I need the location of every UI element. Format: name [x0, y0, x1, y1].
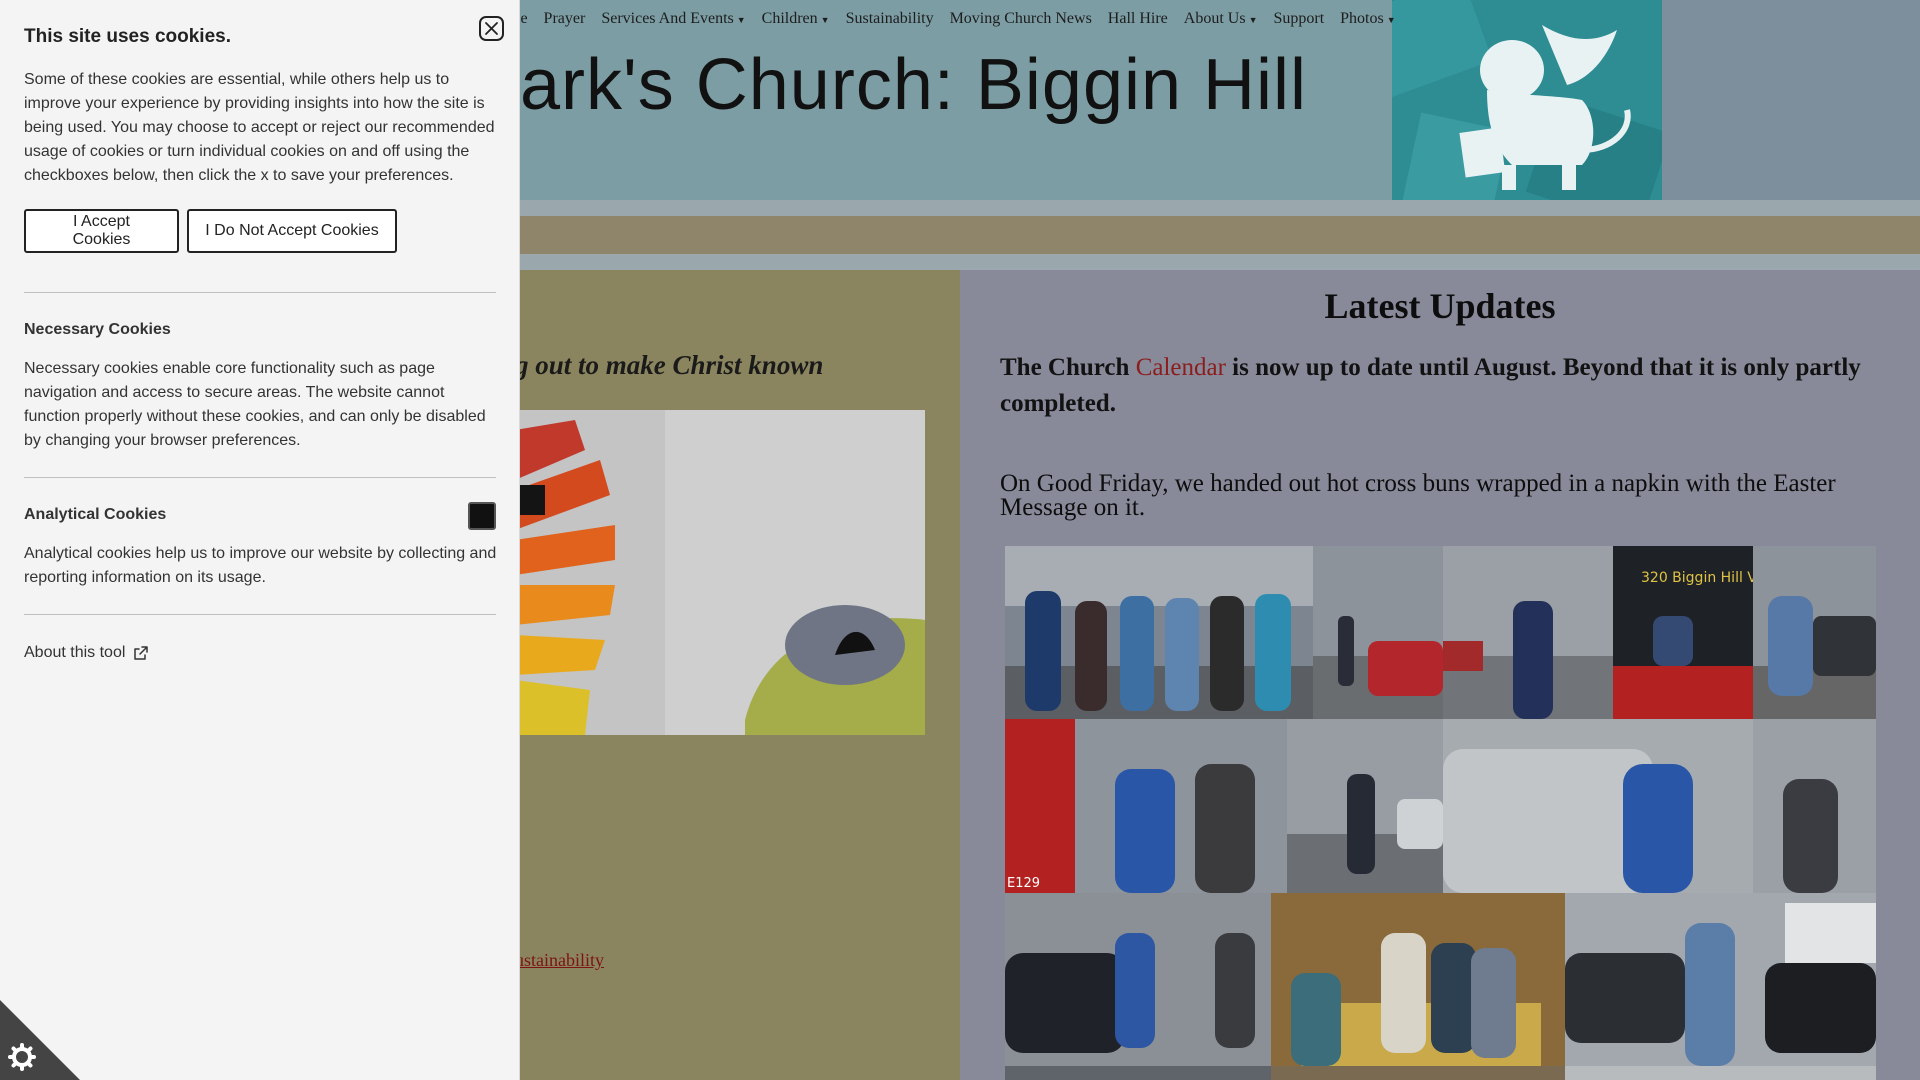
caret-down-icon: ▼ — [820, 15, 830, 25]
nav-item-moving-church-news[interactable]: Moving Church News — [950, 10, 1092, 28]
cookie-close-button[interactable] — [479, 16, 504, 41]
good-friday-notice: On Good Friday, we handed out hot cross … — [1000, 470, 1836, 521]
photo-bus-door: E129 — [1005, 719, 1287, 893]
grey-car-photo — [1443, 749, 1693, 893]
photo-volunteer-car — [1753, 719, 1876, 893]
photo-car-window — [1753, 546, 1876, 719]
cookie-divider — [24, 292, 496, 293]
nav-item-children[interactable]: Children ▼ — [762, 10, 830, 28]
caret-down-icon: ▼ — [1248, 15, 1258, 25]
bus-number-text: E129 — [1007, 876, 1040, 891]
nav-item-services-and-events[interactable]: Services And Events ▼ — [601, 10, 745, 28]
nav-item-photos[interactable]: Photos ▼ — [1340, 10, 1396, 28]
volunteer-car-photo — [1783, 779, 1838, 893]
road-cars-photo — [1565, 903, 1876, 1066]
volunteers-photo — [1005, 546, 1313, 719]
photo-crossing — [1287, 719, 1443, 893]
black-car-photo — [1005, 933, 1255, 1053]
cookie-consent-panel: This site uses cookies. Some of these co… — [0, 0, 520, 1080]
bus-destination-text: 320 Biggin Hill Valley — [1641, 570, 1753, 586]
church-tagline: g out to make Christ known — [515, 350, 824, 380]
street-photo — [1443, 601, 1613, 719]
necessary-cookies-heading: Necessary Cookies — [24, 321, 171, 338]
photo-row4-b — [1271, 1066, 1565, 1080]
photo-row4-a — [1005, 1066, 1271, 1080]
good-friday-photo-collage[interactable]: 320 Biggin Hill Valley E129 — [1005, 546, 1876, 1080]
photo-street-volunteer — [1443, 546, 1613, 719]
easter-garden-artwork — [515, 410, 925, 735]
external-link-icon — [134, 646, 149, 660]
caret-down-icon: ▼ — [736, 15, 746, 25]
calendar-link[interactable]: Calendar — [1136, 354, 1226, 381]
site-title: ark's Church: Biggin Hill — [520, 45, 1308, 125]
cookie-intro-text: Some of these cookies are essential, whi… — [24, 71, 495, 184]
reject-cookies-button[interactable]: I Do Not Accept Cookies — [187, 209, 397, 253]
bus-door-photo: E129 — [1005, 719, 1255, 893]
red-car-photo — [1313, 616, 1443, 719]
analytical-cookies-checkbox[interactable] — [468, 502, 496, 530]
nav-item-hall-hire[interactable]: Hall Hire — [1108, 10, 1168, 28]
photo-grey-car — [1443, 719, 1753, 893]
accept-cookies-button[interactable]: I Accept Cookies — [24, 209, 179, 253]
necessary-cookies-text: Necessary cookies enable core functional… — [24, 360, 486, 449]
about-this-tool-label: About this tool — [24, 644, 126, 661]
close-icon — [485, 22, 498, 35]
calendar-notice: The Church Calendar is now up to date un… — [1000, 354, 1861, 417]
bus-photo: 320 Biggin Hill Valley — [1613, 546, 1753, 666]
nav-item-prayer[interactable]: Prayer — [544, 10, 586, 28]
cookie-settings-button[interactable] — [0, 1000, 80, 1080]
car-window-photo — [1753, 596, 1876, 719]
nav-item-support[interactable]: Support — [1273, 10, 1324, 28]
latest-updates-heading: Latest Updates — [1324, 286, 1556, 326]
gear-icon — [0, 1000, 80, 1080]
easter-artwork-image — [515, 410, 925, 735]
nav-item-about-us[interactable]: About Us ▼ — [1184, 10, 1258, 28]
photo-red-car — [1313, 546, 1443, 719]
nav-item-sustainability[interactable]: Sustainability — [846, 10, 934, 28]
analytical-cookies-text: Analytical cookies help us to improve ou… — [24, 545, 497, 586]
photo-black-car — [1005, 893, 1271, 1066]
winged-lion-icon — [1392, 0, 1662, 200]
hall-wrapping-photo — [1291, 933, 1541, 1066]
caret-down-icon: ▼ — [1386, 15, 1396, 25]
about-this-tool-link[interactable]: About this tool — [24, 644, 149, 662]
cookie-divider — [24, 614, 496, 615]
sustainability-link[interactable]: ustainability — [515, 950, 604, 971]
photo-bus-front: 320 Biggin Hill Valley — [1613, 546, 1753, 719]
photo-row4-c — [1565, 1066, 1876, 1080]
photo-road-cars — [1565, 893, 1876, 1066]
crossing-photo — [1287, 774, 1443, 893]
analytical-cookies-heading: Analytical Cookies — [24, 506, 167, 523]
lion-logo — [1392, 0, 1662, 200]
cookie-divider — [24, 477, 496, 478]
cookie-panel-title: This site uses cookies. — [24, 26, 231, 47]
photo-volunteers-group — [1005, 546, 1313, 719]
banner-right-area — [1662, 0, 1920, 200]
nav-menu: ome Prayer Services And Events▼ Children… — [500, 0, 1412, 38]
photo-hall-wrapping — [1271, 893, 1565, 1066]
